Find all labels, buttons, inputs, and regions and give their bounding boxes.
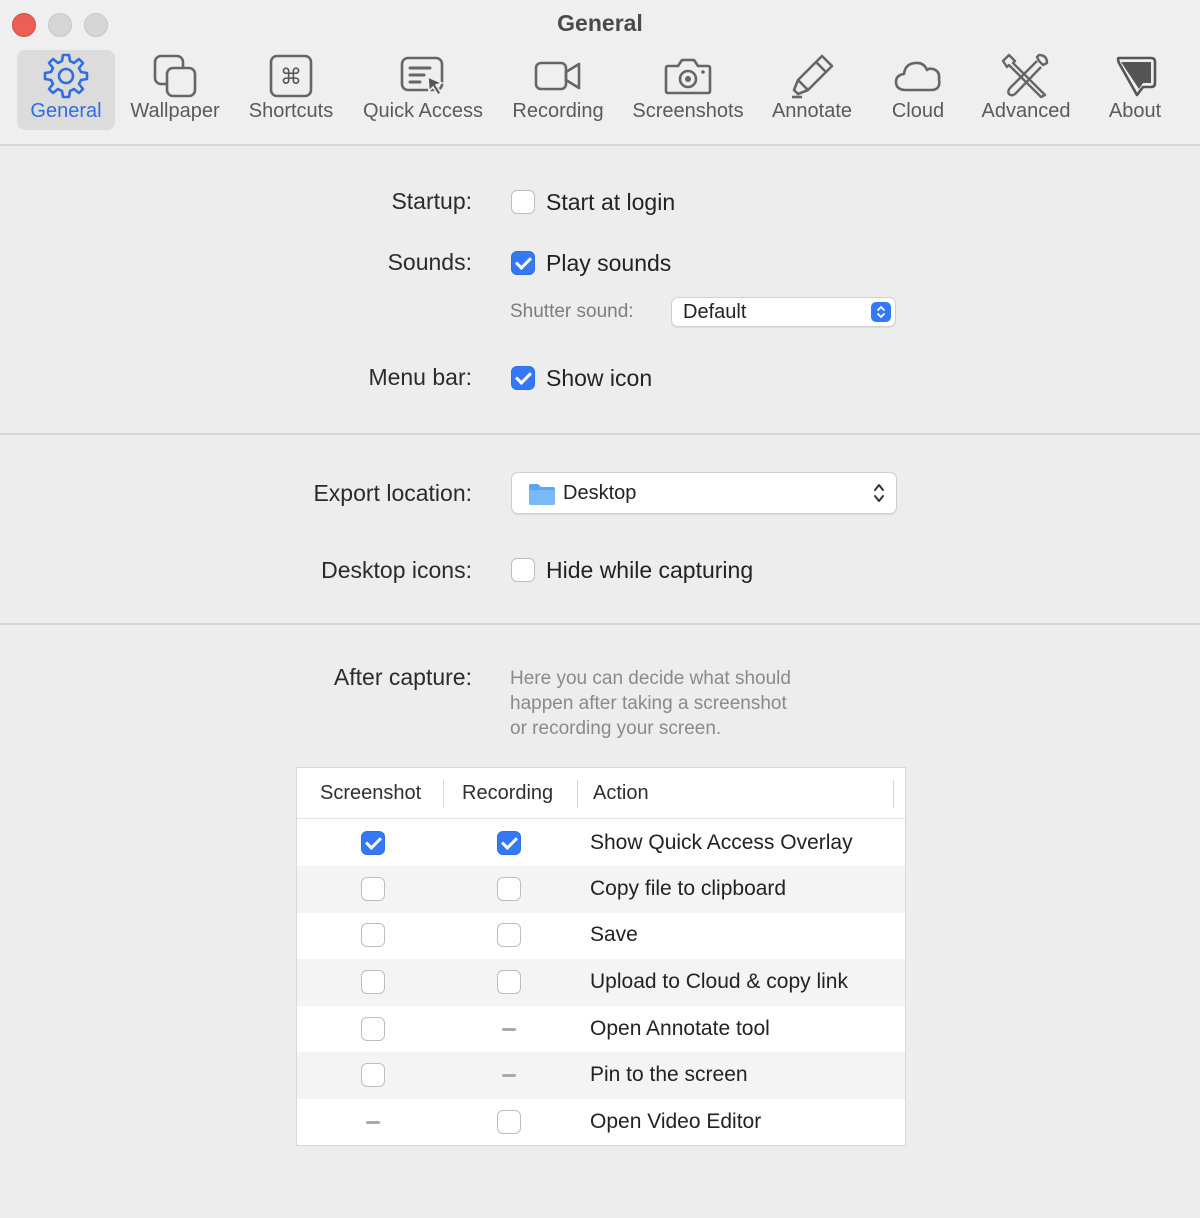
recording-checkbox[interactable] [497,923,521,947]
tab-annotate[interactable]: Annotate [764,50,860,130]
folder-icon [528,482,556,511]
startup-label: Startup: [391,188,472,214]
tab-screenshots[interactable]: Screenshots [626,50,750,130]
quick-access-icon [397,52,449,100]
tab-label: General [30,100,102,122]
column-header-screenshot[interactable]: Screenshot [320,782,421,805]
table-row: Upload to Cloud & copy link [297,959,905,1006]
action-label: Upload to Cloud & copy link [590,970,848,993]
screenshot-checkbox[interactable] [361,970,385,994]
table-row: Copy file to clipboard [297,866,905,913]
export-location-label: Export location: [313,480,472,506]
tab-quick-access[interactable]: Quick Access [356,50,490,130]
chevron-up-down-icon [872,481,886,505]
recording-checkbox[interactable] [497,970,521,994]
tab-label: About [1108,100,1162,122]
help-line: happen after taking a screenshot [510,693,787,714]
recording-checkbox[interactable] [497,1110,521,1134]
show-icon-checkbox[interactable] [511,366,535,390]
table-header: Screenshot Recording Action [297,768,905,819]
start-at-login-checkbox[interactable] [511,190,535,214]
export-location-select[interactable]: Desktop [511,472,897,514]
table-row: Open Annotate tool [297,1006,905,1053]
tab-advanced[interactable]: Advanced [976,50,1076,130]
help-line: or recording your screen. [510,718,722,739]
tab-label: Cloud [891,100,945,122]
play-sounds-label[interactable]: Play sounds [546,250,671,277]
tab-shortcuts[interactable]: ⌘ Shortcuts [240,50,342,130]
column-separator[interactable] [577,780,578,808]
help-line: Here you can decide what should [510,668,791,689]
wallpaper-icon [149,52,201,100]
desktop-icons-label: Desktop icons: [321,557,472,583]
camera-icon [662,52,714,100]
start-at-login-label[interactable]: Start at login [546,189,675,216]
about-icon [1109,52,1161,100]
video-camera-icon [532,52,584,100]
table-row: Show Quick Access Overlay [297,820,905,867]
chevron-up-down-icon [871,302,891,322]
shutter-sound-value: Default [683,301,747,323]
section-divider [0,623,1200,625]
tab-about[interactable]: About [1098,50,1172,130]
tab-label: Annotate [771,100,853,122]
tab-wallpaper[interactable]: Wallpaper [124,50,226,130]
tab-cloud[interactable]: Cloud [876,50,960,130]
cloud-icon [892,52,944,100]
menu-bar-label: Menu bar: [368,364,472,390]
not-applicable-dash [366,1121,380,1124]
after-capture-help: Here you can decide what should happen a… [510,666,791,741]
shutter-sound-label: Shutter sound: [510,301,634,322]
table-row: Open Video Editor [297,1099,905,1146]
recording-checkbox[interactable] [497,831,521,855]
action-label: Open Video Editor [590,1110,762,1133]
tab-label: Screenshots [632,100,744,122]
tab-label: Quick Access [362,100,484,122]
action-label: Show Quick Access Overlay [590,831,853,854]
screenshot-checkbox[interactable] [361,1063,385,1087]
column-separator[interactable] [893,780,894,808]
action-label: Save [590,923,638,946]
tab-label: Shortcuts [248,100,334,122]
tab-label: Recording [512,100,604,122]
screenshot-checkbox[interactable] [361,877,385,901]
hide-while-capturing-label[interactable]: Hide while capturing [546,557,753,584]
screenshot-checkbox[interactable] [361,831,385,855]
screenshot-checkbox[interactable] [361,923,385,947]
show-icon-label[interactable]: Show icon [546,365,652,392]
after-capture-table: Screenshot Recording Action Show Quick A… [296,767,906,1146]
not-applicable-dash [502,1028,516,1031]
after-capture-label: After capture: [333,664,472,690]
tab-recording[interactable]: Recording [506,50,610,130]
preferences-window: General General Wallpaper ⌘ Shortcuts Qu… [0,0,1200,1218]
table-row: Pin to the screen [297,1052,905,1099]
table-row: Save [297,912,905,959]
play-sounds-checkbox[interactable] [511,251,535,275]
hide-while-capturing-checkbox[interactable] [511,558,535,582]
svg-text:⌘: ⌘ [280,65,302,90]
tools-icon [1000,52,1052,100]
export-location-value: Desktop [563,482,637,504]
action-label: Pin to the screen [590,1063,748,1086]
screenshot-checkbox[interactable] [361,1017,385,1041]
tab-label: Wallpaper [130,100,220,122]
action-label: Open Annotate tool [590,1017,770,1040]
section-divider [0,433,1200,435]
highlighter-icon [786,52,838,100]
column-header-action[interactable]: Action [593,782,649,805]
tab-general[interactable]: General [17,50,115,130]
gear-icon [40,52,92,100]
recording-checkbox[interactable] [497,877,521,901]
window-title: General [557,10,643,36]
column-header-recording[interactable]: Recording [462,782,553,805]
sounds-label: Sounds: [387,249,472,275]
column-separator[interactable] [443,780,444,808]
command-key-icon: ⌘ [265,52,317,100]
tab-label: Advanced [981,100,1071,122]
toolbar: General General Wallpaper ⌘ Shortcuts Qu… [0,0,1200,146]
not-applicable-dash [502,1074,516,1077]
shutter-sound-select[interactable]: Default [671,297,896,327]
action-label: Copy file to clipboard [590,877,787,900]
